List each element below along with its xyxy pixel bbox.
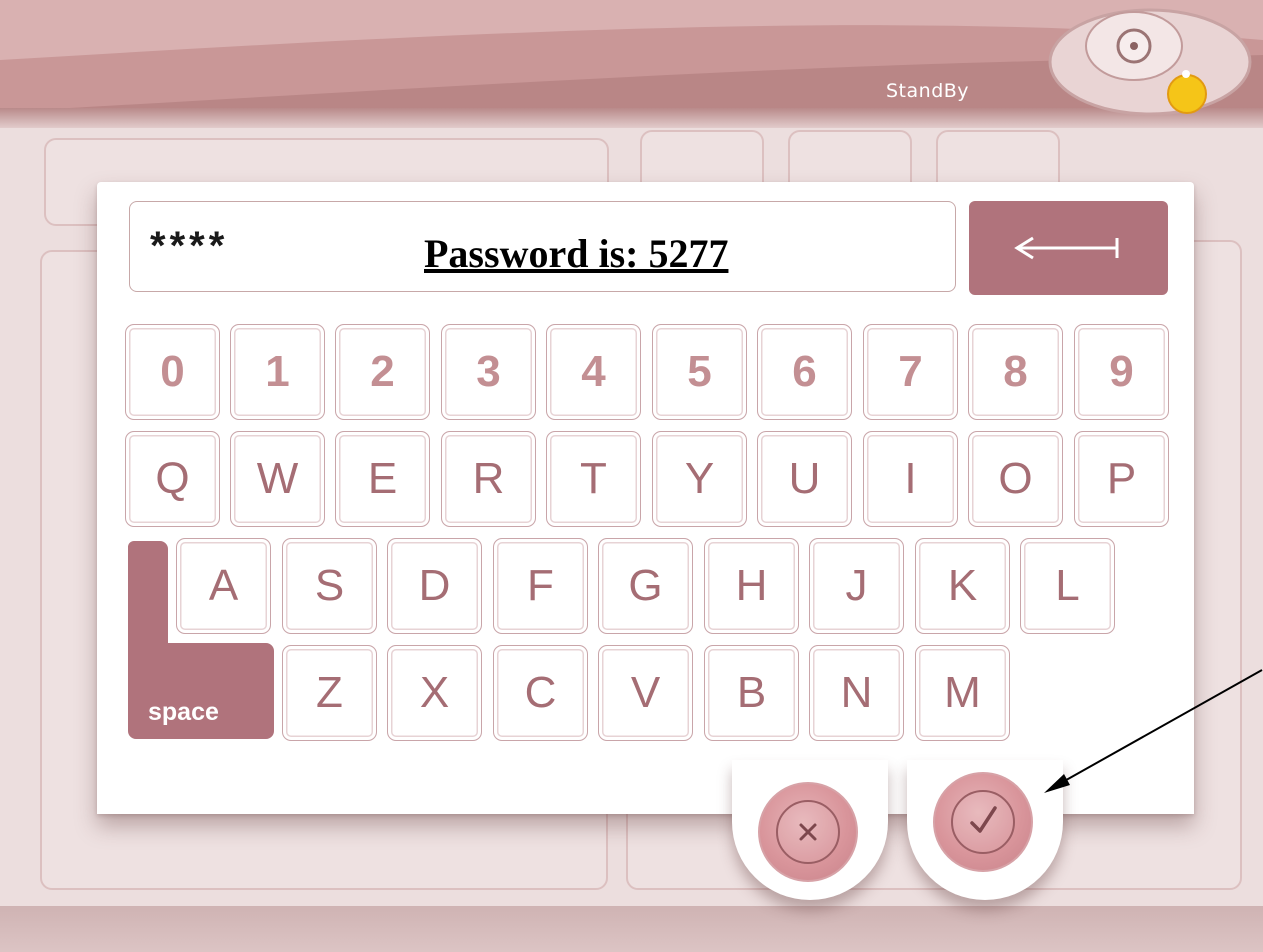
power-control[interactable] xyxy=(1030,0,1263,128)
key-x[interactable]: X xyxy=(387,645,482,741)
key-d[interactable]: D xyxy=(387,538,482,634)
app-header: StandBy xyxy=(0,0,1263,128)
key-1[interactable]: 1 xyxy=(230,324,325,420)
key-9[interactable]: 9 xyxy=(1074,324,1169,420)
key-v[interactable]: V xyxy=(598,645,693,741)
key-7[interactable]: 7 xyxy=(863,324,958,420)
key-z[interactable]: Z xyxy=(282,645,377,741)
cancel-x-icon xyxy=(799,823,817,841)
masked-password: **** xyxy=(150,224,229,268)
key-5[interactable]: 5 xyxy=(652,324,747,420)
key-4[interactable]: 4 xyxy=(546,324,641,420)
password-field[interactable]: **** Password is: 5277 xyxy=(129,201,956,292)
key-m[interactable]: M xyxy=(915,645,1010,741)
key-0[interactable]: 0 xyxy=(125,324,220,420)
key-c[interactable]: C xyxy=(493,645,588,741)
key-8[interactable]: 8 xyxy=(968,324,1063,420)
key-6[interactable]: 6 xyxy=(757,324,852,420)
key-p[interactable]: P xyxy=(1074,431,1169,527)
key-3[interactable]: 3 xyxy=(441,324,536,420)
key-f[interactable]: F xyxy=(493,538,588,634)
key-w[interactable]: W xyxy=(230,431,325,527)
key-j[interactable]: J xyxy=(809,538,904,634)
password-hint: Password is: 5277 xyxy=(424,231,729,276)
cancel-button[interactable] xyxy=(758,782,858,882)
key-s[interactable]: S xyxy=(282,538,377,634)
key-g[interactable]: G xyxy=(598,538,693,634)
confirm-check-icon xyxy=(970,806,997,833)
backspace-button[interactable] xyxy=(969,201,1168,295)
key-2[interactable]: 2 xyxy=(335,324,430,420)
key-h[interactable]: H xyxy=(704,538,799,634)
key-r[interactable]: R xyxy=(441,431,536,527)
power-led-icon xyxy=(1167,74,1207,114)
key-y[interactable]: Y xyxy=(652,431,747,527)
space-key-label: space xyxy=(148,698,219,726)
key-b[interactable]: B xyxy=(704,645,799,741)
status-text: StandBy xyxy=(886,80,970,102)
confirm-button[interactable] xyxy=(933,772,1033,872)
key-o[interactable]: O xyxy=(968,431,1063,527)
bottom-bar xyxy=(0,906,1263,952)
key-i[interactable]: I xyxy=(863,431,958,527)
key-t[interactable]: T xyxy=(546,431,641,527)
key-u[interactable]: U xyxy=(757,431,852,527)
key-q[interactable]: Q xyxy=(125,431,220,527)
key-l[interactable]: L xyxy=(1020,538,1115,634)
pointer-arrow-icon xyxy=(1044,669,1263,793)
backspace-arrow-icon xyxy=(1014,236,1119,260)
key-n[interactable]: N xyxy=(809,645,904,741)
key-k[interactable]: K xyxy=(915,538,1010,634)
key-e[interactable]: E xyxy=(335,431,430,527)
